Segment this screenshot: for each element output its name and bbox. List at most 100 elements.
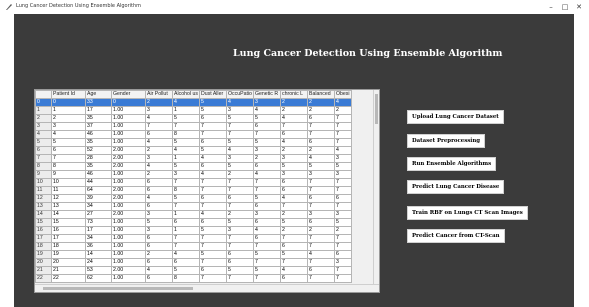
table-cell: 7: [307, 258, 335, 267]
page-title: Lung Cancer Detection Using Ensemble Alg…: [233, 48, 503, 59]
table-cell: 7: [253, 130, 281, 139]
table-cell: 7: [199, 242, 227, 251]
horizontal-scrollbar[interactable]: [35, 284, 379, 292]
table-cell: 7: [226, 274, 254, 283]
table-row[interactable]: 16 16 17 1.00 3 1 5 3 4 2 2 2: [35, 226, 352, 235]
table-cell: 62: [85, 274, 112, 283]
table-cell: 4: [145, 162, 173, 171]
row-index: 21: [35, 266, 52, 275]
maximize-button[interactable]: □: [559, 2, 571, 12]
close-button[interactable]: ✕: [573, 2, 585, 12]
train-rbf-button[interactable]: Train RBF on Lungs CT Scan Images: [407, 206, 528, 220]
table-row[interactable]: 18 18 36 1.00 6 7 7 7 7 6 7 7: [35, 242, 352, 251]
table-cell: 2: [226, 170, 254, 179]
table-cell: 7: [226, 186, 254, 195]
row-index: 6: [35, 146, 52, 155]
table-cell: 7: [199, 202, 227, 211]
table-cell: 17: [51, 234, 86, 243]
table-cell: 7: [145, 122, 173, 131]
table-cell: 4: [307, 154, 335, 163]
table-cell: 2.00: [111, 186, 146, 195]
table-cell: 2: [145, 146, 173, 155]
table-cell: 2.00: [111, 154, 146, 163]
table-cell: 6: [199, 138, 227, 147]
vertical-scrollbar[interactable]: [373, 90, 379, 286]
table-cell: 2: [253, 154, 281, 163]
table-cell: 4: [334, 98, 352, 107]
table-row[interactable]: 1 1 17 1.00 3 1 5 3 4 2 2 2: [35, 106, 352, 115]
table-row[interactable]: 13 13 34 1.00 6 7 7 7 6 7 7 7: [35, 202, 352, 211]
predict-ct-button[interactable]: Predict Cancer from CT-Scan: [407, 229, 505, 243]
table-row[interactable]: 15 15 73 1.00 5 6 6 5 6 5 6 5: [35, 218, 352, 227]
table-row[interactable]: 9 9 46 1.00 2 3 4 2 4 3 3 3: [35, 170, 352, 179]
table-cell: 7: [307, 186, 335, 195]
table-row[interactable]: 14 14 27 2.00 3 1 4 2 3 2 3 3: [35, 210, 352, 219]
upload-dataset-button[interactable]: Upload Lung Cancer Dataset: [407, 110, 504, 124]
table-row[interactable]: 11 11 64 2.00 6 8 7 7 7 6 7 7: [35, 186, 352, 195]
table-cell: 1: [172, 106, 200, 115]
table-cell: 35: [85, 138, 112, 147]
table-cell: 4: [199, 210, 227, 219]
predict-disease-button[interactable]: Predict Lung Cancer Disease: [407, 180, 505, 194]
table-cell: 19: [51, 250, 86, 259]
scroll-thumb[interactable]: [43, 287, 193, 290]
table-cell: 2: [334, 106, 352, 115]
column-header: OccuPatio: [226, 90, 254, 99]
table-cell: 7: [172, 242, 200, 251]
table-cell: 3: [334, 154, 352, 163]
table-row[interactable]: 4 4 46 1.00 6 8 7 7 7 6 7 7: [35, 130, 352, 139]
table-row[interactable]: 5 5 35 1.00 4 5 6 5 5 4 6 7: [35, 138, 352, 147]
table-row[interactable]: 17 17 34 1.00 6 7 7 7 6 7 7 7: [35, 234, 352, 243]
table-cell: 7: [226, 242, 254, 251]
dataset-table[interactable]: Patient Id Age Gender Air Pollut Alcohol us D…: [34, 89, 380, 293]
table-cell: 4: [280, 138, 308, 147]
table-cell: 7: [172, 234, 200, 243]
table-cell: 4: [199, 170, 227, 179]
table-cell: 7: [307, 202, 335, 211]
table-cell: 7: [199, 234, 227, 243]
row-index: 20: [35, 258, 52, 267]
table-row[interactable]: 8 8 35 2.00 4 5 6 5 6 5 5 5: [35, 162, 352, 171]
table-row[interactable]: 2 2 35 1.00 4 5 6 5 5 4 6 7: [35, 114, 352, 123]
table-cell: 53: [85, 266, 112, 275]
table-cell: 7: [334, 130, 352, 139]
table-cell: 3: [172, 170, 200, 179]
scroll-thumb[interactable]: [375, 94, 378, 124]
row-index: 19: [35, 250, 52, 259]
table-cell: 5: [226, 138, 254, 147]
column-header: [35, 90, 52, 99]
table-cell: 5: [172, 266, 200, 275]
main-window: Lung Cancer Detection Using Ensemble Alg…: [14, 14, 574, 307]
minimize-button[interactable]: –: [545, 2, 557, 12]
table-row[interactable]: 20 20 24 1.00 6 6 7 6 7 7 7 3: [35, 258, 352, 267]
table-cell: 4: [226, 146, 254, 155]
table-cell: 6: [199, 194, 227, 203]
table-cell: 5: [199, 250, 227, 259]
table-row[interactable]: 22 22 62 1.00 6 8 7 7 7 6 7 7: [35, 274, 352, 283]
table-cell: 16: [51, 226, 86, 235]
table-row[interactable]: 12 12 39 2.00 4 5 6 6 5 4 6 6: [35, 194, 352, 203]
table-cell: 6: [280, 242, 308, 251]
table-cell: 2.00: [111, 162, 146, 171]
table-row[interactable]: 3 3 37 1.00 7 7 7 7 6 7 7 7: [35, 122, 352, 131]
feather-icon: [6, 4, 12, 10]
row-index: 2: [35, 114, 52, 123]
run-ensemble-button[interactable]: Run Ensemble Algorithms: [407, 157, 497, 171]
table-cell: 7: [253, 258, 281, 267]
table-cell: 3: [145, 154, 173, 163]
table-cell: 2: [307, 146, 335, 155]
table-cell: 6: [172, 258, 200, 267]
table-cell: 1.00: [111, 106, 146, 115]
table-row[interactable]: 19 19 14 1.00 2 4 5 6 5 5 4 6: [35, 250, 352, 259]
table-cell: 1.00: [111, 258, 146, 267]
table-cell: 6: [280, 274, 308, 283]
table-cell: 2: [307, 226, 335, 235]
preprocess-button[interactable]: Dataset Preprocessing: [407, 134, 486, 148]
table-row[interactable]: 21 21 53 2.00 4 5 6 5 5 4 6 7: [35, 266, 352, 275]
table-cell: 4: [307, 250, 335, 259]
table-row[interactable]: 7 7 28 2.00 3 1 4 3 2 3 4 3: [35, 154, 352, 163]
table-row[interactable]: 0 0 33 0 2 4 5 4 3 2 2 4: [35, 98, 352, 107]
table-row[interactable]: 6 6 52 2.00 2 4 5 4 3 2 2 4: [35, 146, 352, 155]
table-cell: 4: [253, 170, 281, 179]
table-row[interactable]: 10 10 44 1.00 6 7 7 7 7 6 7 7: [35, 178, 352, 187]
